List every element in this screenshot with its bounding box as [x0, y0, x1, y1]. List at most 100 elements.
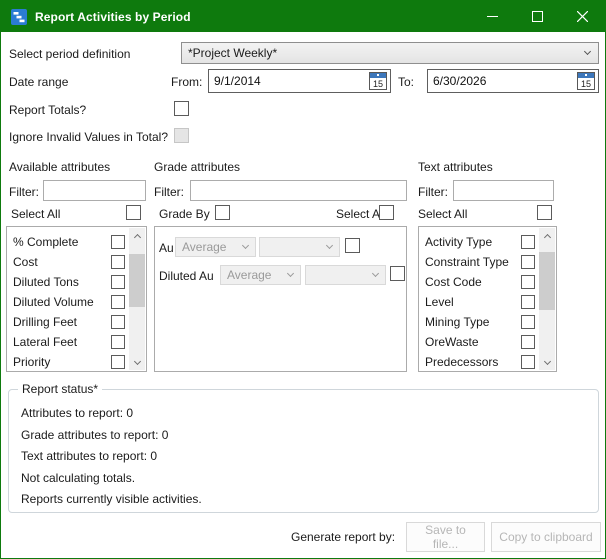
text-select-all-checkbox[interactable]: [537, 205, 552, 220]
available-attributes-list: % Complete Cost Diluted Tons Diluted Vol…: [6, 226, 147, 372]
date-to-calendar-button[interactable]: 15: [577, 72, 595, 90]
list-item[interactable]: % Complete: [7, 232, 129, 252]
grade-weight-select: [259, 237, 340, 257]
grade-filter-field: [190, 180, 407, 201]
ignore-invalid-label: Ignore Invalid Values in Total?: [9, 130, 168, 144]
grade-row-label: Diluted Au: [159, 269, 214, 283]
available-attributes-header: Available attributes: [9, 160, 110, 174]
date-to-input[interactable]: [428, 70, 572, 92]
item-checkbox[interactable]: [111, 275, 125, 289]
vertical-scrollbar[interactable]: [129, 228, 145, 370]
scroll-thumb[interactable]: [539, 252, 555, 310]
grade-row-label: Au: [159, 241, 174, 255]
grade-method-select: Average: [220, 265, 301, 285]
item-checkbox[interactable]: [111, 335, 125, 349]
list-item[interactable]: Cost: [7, 252, 129, 272]
item-checkbox[interactable]: [111, 315, 125, 329]
text-filter-input[interactable]: [454, 181, 553, 200]
item-checkbox[interactable]: [111, 355, 125, 369]
save-to-file-button[interactable]: Save to file...: [406, 522, 485, 552]
scroll-down-button[interactable]: [129, 355, 145, 370]
maximize-button[interactable]: [515, 1, 560, 32]
item-checkbox[interactable]: [111, 255, 125, 269]
titlebar: Report Activities by Period: [1, 1, 605, 32]
list-item-label: Constraint Type: [425, 255, 521, 269]
period-definition-select[interactable]: *Project Weekly*: [181, 42, 599, 64]
ignore-invalid-checkbox: [174, 128, 189, 143]
list-item[interactable]: Cost Code: [419, 272, 539, 292]
minimize-button[interactable]: [470, 1, 515, 32]
list-item[interactable]: Diluted Tons: [7, 272, 129, 292]
item-checkbox[interactable]: [521, 355, 535, 369]
item-checkbox[interactable]: [521, 235, 535, 249]
period-definition-value: *Project Weekly*: [188, 46, 585, 60]
report-status-legend: Report status*: [18, 382, 102, 396]
available-select-all-checkbox[interactable]: [126, 205, 141, 220]
grade-row-checkbox[interactable]: [390, 266, 405, 281]
item-checkbox[interactable]: [521, 315, 535, 329]
report-totals-label: Report Totals?: [9, 103, 86, 117]
grade-select-all-label: Select All: [336, 207, 385, 221]
generate-report-label: Generate report by:: [291, 530, 395, 544]
grade-row-checkbox[interactable]: [345, 238, 360, 253]
list-item[interactable]: Priority: [7, 352, 129, 372]
chevron-down-icon: [326, 242, 333, 249]
scroll-up-button[interactable]: [129, 228, 145, 243]
list-item-label: Cost: [13, 255, 111, 269]
list-item[interactable]: Level: [419, 292, 539, 312]
available-filter-field: [43, 180, 146, 201]
list-item[interactable]: Predecessors: [419, 352, 539, 372]
available-filter-label: Filter:: [9, 185, 39, 199]
date-from-calendar-button[interactable]: 15: [369, 72, 387, 90]
status-attributes-count: Attributes to report: 0: [21, 406, 202, 421]
list-item-label: Priority: [13, 355, 111, 369]
scroll-down-button[interactable]: [539, 355, 555, 370]
list-item-label: % Complete: [13, 235, 111, 249]
grade-weight-select: [305, 265, 386, 285]
list-item-label: Diluted Tons: [13, 275, 111, 289]
list-item[interactable]: Lateral Feet: [7, 332, 129, 352]
item-checkbox[interactable]: [111, 295, 125, 309]
date-from-input[interactable]: [209, 70, 364, 92]
scroll-track[interactable]: [129, 243, 145, 355]
scroll-thumb[interactable]: [129, 254, 145, 307]
date-to-field: 15: [427, 69, 599, 93]
date-range-label: Date range: [9, 75, 68, 89]
text-filter-label: Filter:: [418, 185, 448, 199]
list-item-label: Cost Code: [425, 275, 521, 289]
available-filter-input[interactable]: [44, 181, 145, 200]
item-checkbox[interactable]: [521, 275, 535, 289]
calendar-icon: 15: [577, 72, 595, 90]
grade-select-all-checkbox[interactable]: [379, 205, 394, 220]
scroll-up-button[interactable]: [539, 228, 555, 243]
text-select-all-label: Select All: [418, 207, 467, 221]
list-item-label: Drilling Feet: [13, 315, 111, 329]
list-item[interactable]: OreWaste: [419, 332, 539, 352]
grade-method-select: Average: [175, 237, 256, 257]
list-item-label: Activity Type: [425, 235, 521, 249]
list-item-label: Lateral Feet: [13, 335, 111, 349]
window-title: Report Activities by Period: [35, 10, 191, 24]
report-totals-checkbox[interactable]: [174, 101, 189, 116]
scroll-track[interactable]: [539, 243, 555, 355]
grade-filter-input[interactable]: [191, 181, 406, 200]
list-item[interactable]: Diluted Volume: [7, 292, 129, 312]
list-item-label: OreWaste: [425, 335, 521, 349]
vertical-scrollbar[interactable]: [539, 228, 555, 370]
list-item[interactable]: Mining Type: [419, 312, 539, 332]
item-checkbox[interactable]: [521, 335, 535, 349]
item-checkbox[interactable]: [111, 235, 125, 249]
grade-by-checkbox[interactable]: [215, 205, 230, 220]
status-text-count: Text attributes to report: 0: [21, 449, 202, 464]
list-item-label: Mining Type: [425, 315, 521, 329]
list-item[interactable]: Drilling Feet: [7, 312, 129, 332]
chevron-down-icon: [242, 242, 249, 249]
item-checkbox[interactable]: [521, 255, 535, 269]
chevron-down-icon: [287, 270, 294, 277]
report-status-group: Report status* Attributes to report: 0 G…: [8, 389, 599, 513]
list-item[interactable]: Constraint Type: [419, 252, 539, 272]
copy-to-clipboard-button[interactable]: Copy to clipboard: [491, 522, 601, 552]
close-button[interactable]: [560, 1, 605, 32]
list-item[interactable]: Activity Type: [419, 232, 539, 252]
item-checkbox[interactable]: [521, 295, 535, 309]
